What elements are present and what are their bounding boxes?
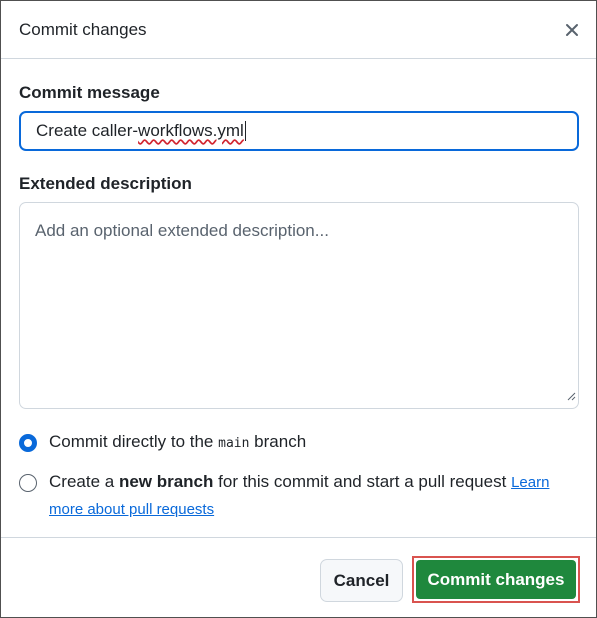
close-icon[interactable] [560,18,584,42]
commit-message-text: Create caller- [36,121,139,140]
cancel-button[interactable]: Cancel [320,559,403,602]
commit-changes-button[interactable]: Commit changes [416,560,576,599]
option-commit-directly-label: Commit directly to the main branch [49,429,306,457]
extended-description-label: Extended description [19,174,192,193]
extended-description-placeholder: Add an optional extended description... [35,221,329,240]
option-new-branch[interactable]: Create a new branch for this commit and … [19,472,578,523]
option-new-branch-suffix: for this commit and start a pull request [218,472,507,491]
misspelled-text: workflows.yml [138,121,244,140]
extended-description-textarea[interactable]: Add an optional extended description... [19,202,579,409]
commit-button-highlight: Commit changes [412,556,580,603]
text-caret [244,121,246,141]
option-direct-suffix: branch [254,432,307,451]
dialog-footer: Cancel Commit changes [1,537,596,617]
branch-name: main [218,436,250,451]
dialog-title: Commit changes [19,19,147,39]
option-direct-prefix: Commit directly to the [49,432,214,451]
radio-commit-directly[interactable] [19,434,37,452]
option-commit-directly[interactable]: Commit directly to the main branch [19,432,578,457]
option-new-branch-prefix: Create a [49,472,115,491]
radio-new-branch[interactable] [19,474,37,492]
commit-message-label: Commit message [19,83,160,102]
commit-dialog: Commit changes Commit message Create cal… [0,0,597,618]
resize-grip-icon[interactable] [567,386,576,406]
commit-message-input[interactable]: Create caller-workflows.yml [19,111,579,151]
option-new-branch-bold: new branch [118,472,214,491]
option-new-branch-label: Create a new branch for this commit and … [49,469,559,523]
dialog-body: Commit message Create caller-workflows.y… [1,83,596,523]
dialog-header: Commit changes [1,1,596,59]
